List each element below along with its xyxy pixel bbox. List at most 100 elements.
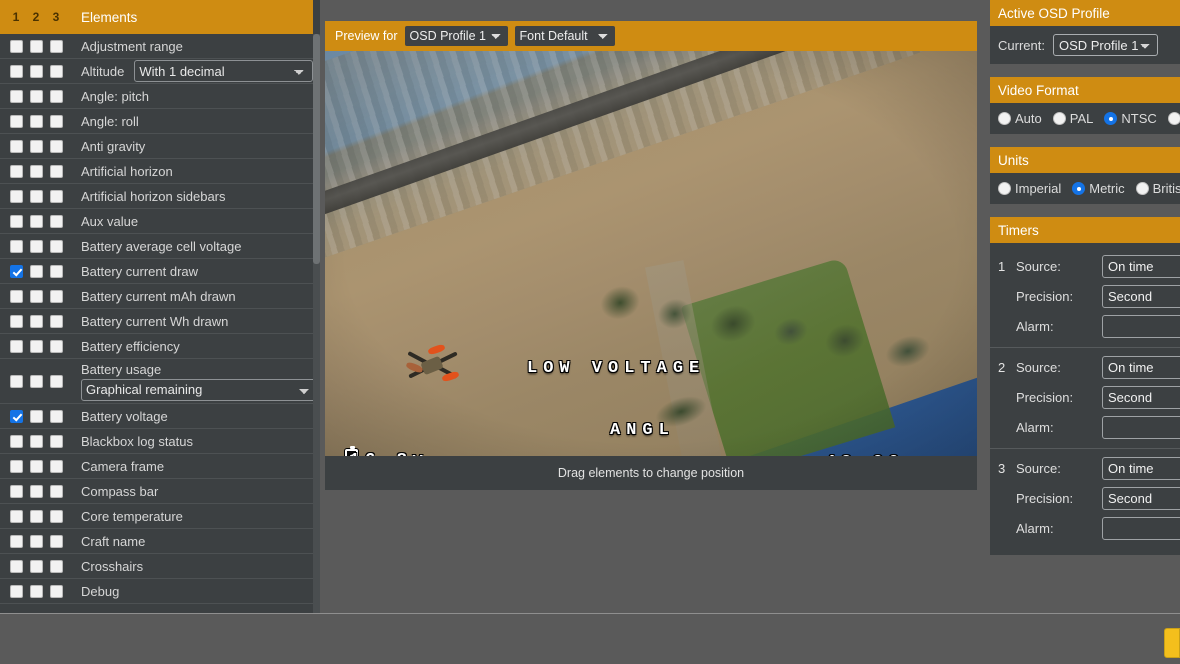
element-row[interactable]: Battery average cell voltage: [0, 234, 313, 259]
element-checkbox-profile-2[interactable]: [26, 39, 46, 53]
checkbox-unchecked-icon[interactable]: [29, 314, 43, 328]
checkbox-unchecked-icon[interactable]: [9, 509, 23, 523]
element-row[interactable]: Battery voltage: [0, 404, 313, 429]
element-checkbox-profile-3[interactable]: [46, 114, 66, 128]
element-checkbox-profile-1[interactable]: [6, 374, 26, 388]
timer-source-select[interactable]: On time: [1102, 355, 1180, 379]
checkbox-unchecked-icon[interactable]: [9, 89, 23, 103]
video-format-option[interactable]: HD: [1167, 111, 1180, 126]
checkbox-unchecked-icon[interactable]: [9, 314, 23, 328]
element-checkbox-profile-2[interactable]: [26, 164, 46, 178]
element-checkbox-profile-1[interactable]: [6, 559, 26, 573]
timer-precision-select[interactable]: Second: [1102, 284, 1180, 308]
timer-source-select[interactable]: On time: [1102, 254, 1180, 278]
element-checkbox-profile-1[interactable]: [6, 114, 26, 128]
element-checkbox-profile-3[interactable]: [46, 434, 66, 448]
checkbox-unchecked-icon[interactable]: [49, 164, 63, 178]
timer-source-select[interactable]: On time: [1102, 456, 1180, 480]
checkbox-unchecked-icon[interactable]: [29, 484, 43, 498]
element-checkbox-profile-2[interactable]: [26, 214, 46, 228]
element-row[interactable]: Craft name: [0, 529, 313, 554]
checkbox-unchecked-icon[interactable]: [29, 189, 43, 203]
element-row[interactable]: Artificial horizon: [0, 159, 313, 184]
checkbox-unchecked-icon[interactable]: [29, 214, 43, 228]
radio-unselected-icon[interactable]: [1052, 112, 1066, 125]
element-checkbox-profile-3[interactable]: [46, 39, 66, 53]
checkbox-unchecked-icon[interactable]: [49, 584, 63, 598]
element-option-select[interactable]: With 1 decimal: [134, 60, 313, 82]
element-row[interactable]: Crosshairs: [0, 554, 313, 579]
element-row[interactable]: Battery usage Graphical remaining: [0, 359, 313, 404]
units-option[interactable]: Metric: [1072, 181, 1125, 196]
element-checkbox-profile-1[interactable]: [6, 264, 26, 278]
checkbox-unchecked-icon[interactable]: [49, 64, 63, 78]
osd-video-preview[interactable]: LOW VOLTAGE ANGL 16.8v 42.00a: [325, 51, 977, 456]
element-checkbox-profile-3[interactable]: [46, 409, 66, 423]
checkbox-unchecked-icon[interactable]: [49, 139, 63, 153]
video-format-option[interactable]: PAL: [1052, 111, 1093, 126]
element-checkbox-profile-3[interactable]: [46, 264, 66, 278]
checkbox-unchecked-icon[interactable]: [49, 89, 63, 103]
elements-scrollbar-thumb[interactable]: [313, 34, 320, 264]
checkbox-unchecked-icon[interactable]: [9, 139, 23, 153]
checkbox-unchecked-icon[interactable]: [29, 164, 43, 178]
checkbox-unchecked-icon[interactable]: [9, 164, 23, 178]
checkbox-unchecked-icon[interactable]: [49, 409, 63, 423]
element-checkbox-profile-3[interactable]: [46, 239, 66, 253]
element-row[interactable]: Aux value: [0, 209, 313, 234]
element-row[interactable]: Camera frame: [0, 454, 313, 479]
checkbox-unchecked-icon[interactable]: [9, 534, 23, 548]
element-row[interactable]: Core temperature: [0, 504, 313, 529]
checkbox-unchecked-icon[interactable]: [9, 64, 23, 78]
units-option[interactable]: Imperial: [998, 181, 1061, 196]
checkbox-unchecked-icon[interactable]: [29, 114, 43, 128]
checkbox-unchecked-icon[interactable]: [9, 39, 23, 53]
element-checkbox-profile-3[interactable]: [46, 189, 66, 203]
element-checkbox-profile-2[interactable]: [26, 139, 46, 153]
checkbox-unchecked-icon[interactable]: [9, 339, 23, 353]
checkbox-unchecked-icon[interactable]: [49, 189, 63, 203]
element-checkbox-profile-1[interactable]: [6, 189, 26, 203]
checkbox-unchecked-icon[interactable]: [49, 509, 63, 523]
checkbox-unchecked-icon[interactable]: [29, 434, 43, 448]
element-checkbox-profile-2[interactable]: [26, 434, 46, 448]
timer-alarm-input[interactable]: [1102, 415, 1180, 439]
element-checkbox-profile-2[interactable]: [26, 114, 46, 128]
radio-selected-icon[interactable]: [1072, 182, 1086, 195]
element-row[interactable]: Altitude With 1 decimal: [0, 59, 313, 84]
checkbox-checked-icon[interactable]: [9, 409, 23, 423]
checkbox-unchecked-icon[interactable]: [9, 434, 23, 448]
checkbox-unchecked-icon[interactable]: [49, 114, 63, 128]
element-checkbox-profile-3[interactable]: [46, 584, 66, 598]
checkbox-unchecked-icon[interactable]: [49, 339, 63, 353]
element-checkbox-profile-1[interactable]: [6, 239, 26, 253]
checkbox-unchecked-icon[interactable]: [49, 239, 63, 253]
osd-element-battery-current[interactable]: 42.00a: [825, 453, 920, 456]
checkbox-unchecked-icon[interactable]: [29, 39, 43, 53]
timer-precision-select[interactable]: Second: [1102, 486, 1180, 510]
checkbox-unchecked-icon[interactable]: [49, 314, 63, 328]
element-checkbox-profile-2[interactable]: [26, 459, 46, 473]
video-format-option[interactable]: NTSC: [1104, 111, 1157, 126]
element-checkbox-profile-2[interactable]: [26, 374, 46, 388]
element-checkbox-profile-1[interactable]: [6, 89, 26, 103]
element-checkbox-profile-2[interactable]: [26, 89, 46, 103]
element-checkbox-profile-2[interactable]: [26, 239, 46, 253]
checkbox-unchecked-icon[interactable]: [49, 534, 63, 548]
element-checkbox-profile-2[interactable]: [26, 509, 46, 523]
element-row[interactable]: Compass bar: [0, 479, 313, 504]
checkbox-unchecked-icon[interactable]: [49, 264, 63, 278]
radio-unselected-icon[interactable]: [1167, 112, 1180, 125]
element-checkbox-profile-1[interactable]: [6, 339, 26, 353]
checkbox-unchecked-icon[interactable]: [9, 189, 23, 203]
element-checkbox-profile-3[interactable]: [46, 314, 66, 328]
element-checkbox-profile-3[interactable]: [46, 374, 66, 388]
elements-scrollbar[interactable]: [313, 34, 320, 613]
video-format-radio-group[interactable]: Auto PAL NTSC HD: [998, 111, 1180, 126]
radio-unselected-icon[interactable]: [998, 112, 1011, 125]
checkbox-unchecked-icon[interactable]: [29, 534, 43, 548]
checkbox-unchecked-icon[interactable]: [29, 264, 43, 278]
units-option[interactable]: British: [1135, 181, 1180, 196]
element-checkbox-profile-3[interactable]: [46, 559, 66, 573]
element-checkbox-profile-3[interactable]: [46, 89, 66, 103]
